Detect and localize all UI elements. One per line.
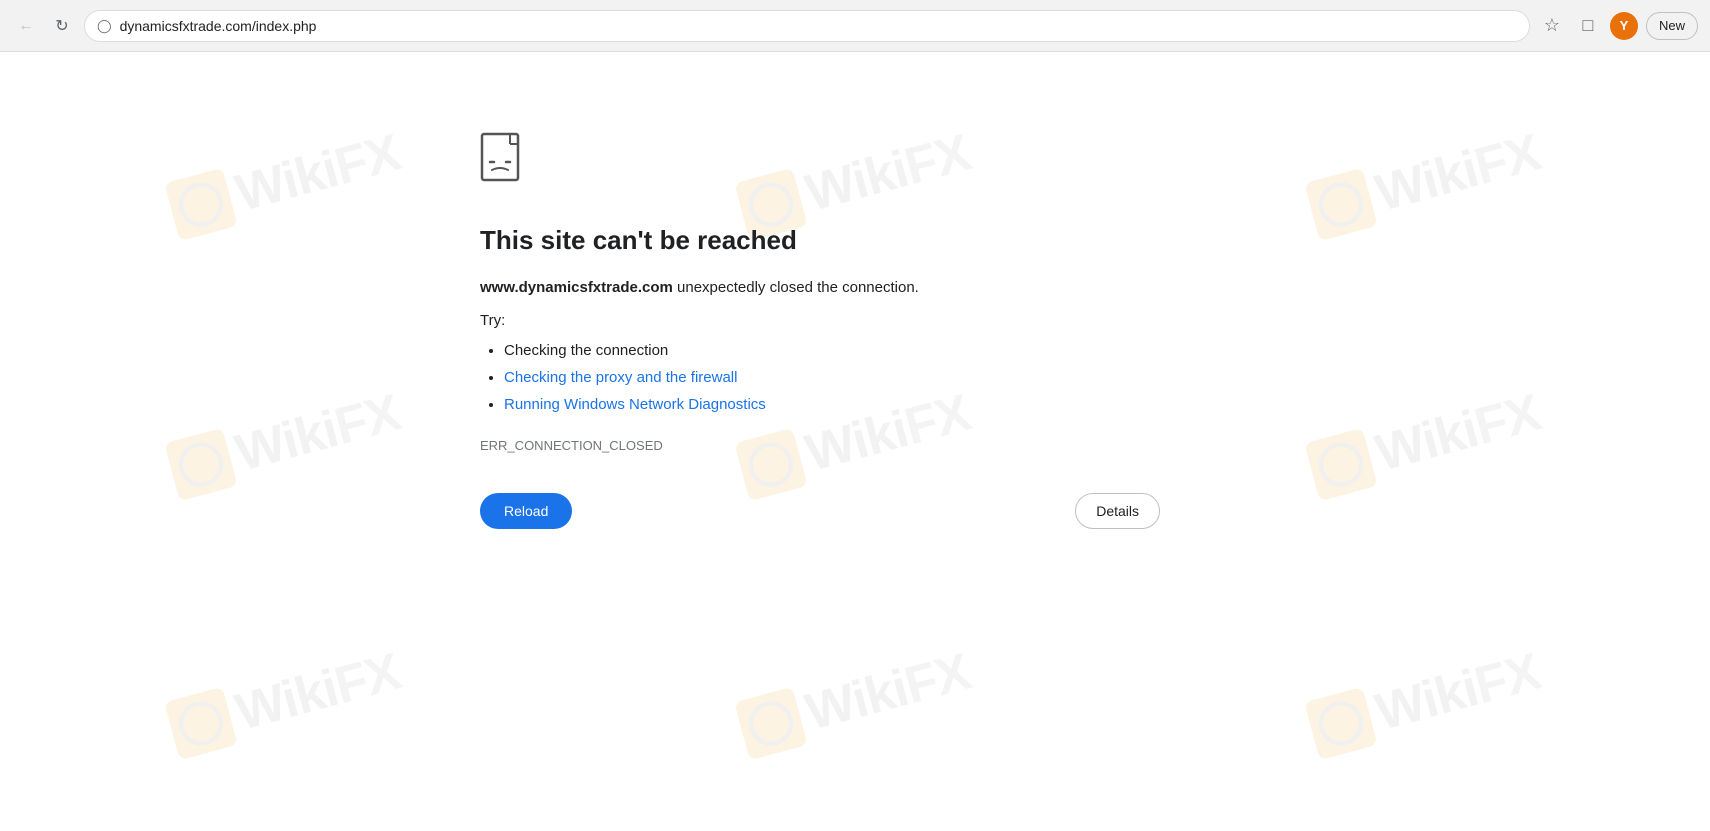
error-container: This site can't be reached www.dynamicsf…: [480, 132, 1160, 529]
lock-icon: ◯: [97, 18, 112, 34]
suggestion-item-2: Checking the proxy and the firewall: [504, 364, 1160, 391]
bookmark-button[interactable]: ☆: [1538, 12, 1566, 40]
error-try-label: Try:: [480, 312, 1160, 329]
main-content: This site can't be reached www.dynamicsf…: [0, 52, 1710, 831]
suggestion-link-2[interactable]: Checking the proxy and the firewall: [504, 369, 737, 386]
error-description: www.dynamicsfxtrade.com unexpectedly clo…: [480, 276, 1160, 300]
address-bar[interactable]: ◯ dynamicsfxtrade.com/index.php: [84, 10, 1530, 42]
error-title: This site can't be reached: [480, 225, 1160, 256]
details-button[interactable]: Details: [1075, 493, 1160, 529]
reload-button[interactable]: Reload: [480, 493, 572, 529]
error-suggestions-list: Checking the connection Checking the pro…: [480, 337, 1160, 418]
error-actions: Reload Details: [480, 493, 1160, 529]
error-code: ERR_CONNECTION_CLOSED: [480, 438, 1160, 453]
extensions-button[interactable]: □: [1574, 12, 1602, 40]
suggestion-link-3[interactable]: Running Windows Network Diagnostics: [504, 396, 766, 413]
new-tab-button[interactable]: New: [1646, 12, 1698, 40]
back-button[interactable]: ←: [12, 12, 40, 40]
chrome-actions: ☆ □ Y New: [1538, 12, 1698, 40]
suggestion-item-1: Checking the connection: [504, 337, 1160, 364]
error-domain: www.dynamicsfxtrade.com: [480, 279, 673, 296]
reload-button[interactable]: ↻: [48, 12, 76, 40]
error-description-suffix: unexpectedly closed the connection.: [673, 279, 919, 296]
sad-page-icon: [480, 132, 528, 188]
browser-chrome: ← ↻ ◯ dynamicsfxtrade.com/index.php ☆ □ …: [0, 0, 1710, 52]
suggestion-item-3: Running Windows Network Diagnostics: [504, 391, 1160, 418]
suggestion-text-1: Checking the connection: [504, 342, 668, 359]
url-text: dynamicsfxtrade.com/index.php: [120, 18, 1517, 34]
profile-avatar[interactable]: Y: [1610, 12, 1638, 40]
